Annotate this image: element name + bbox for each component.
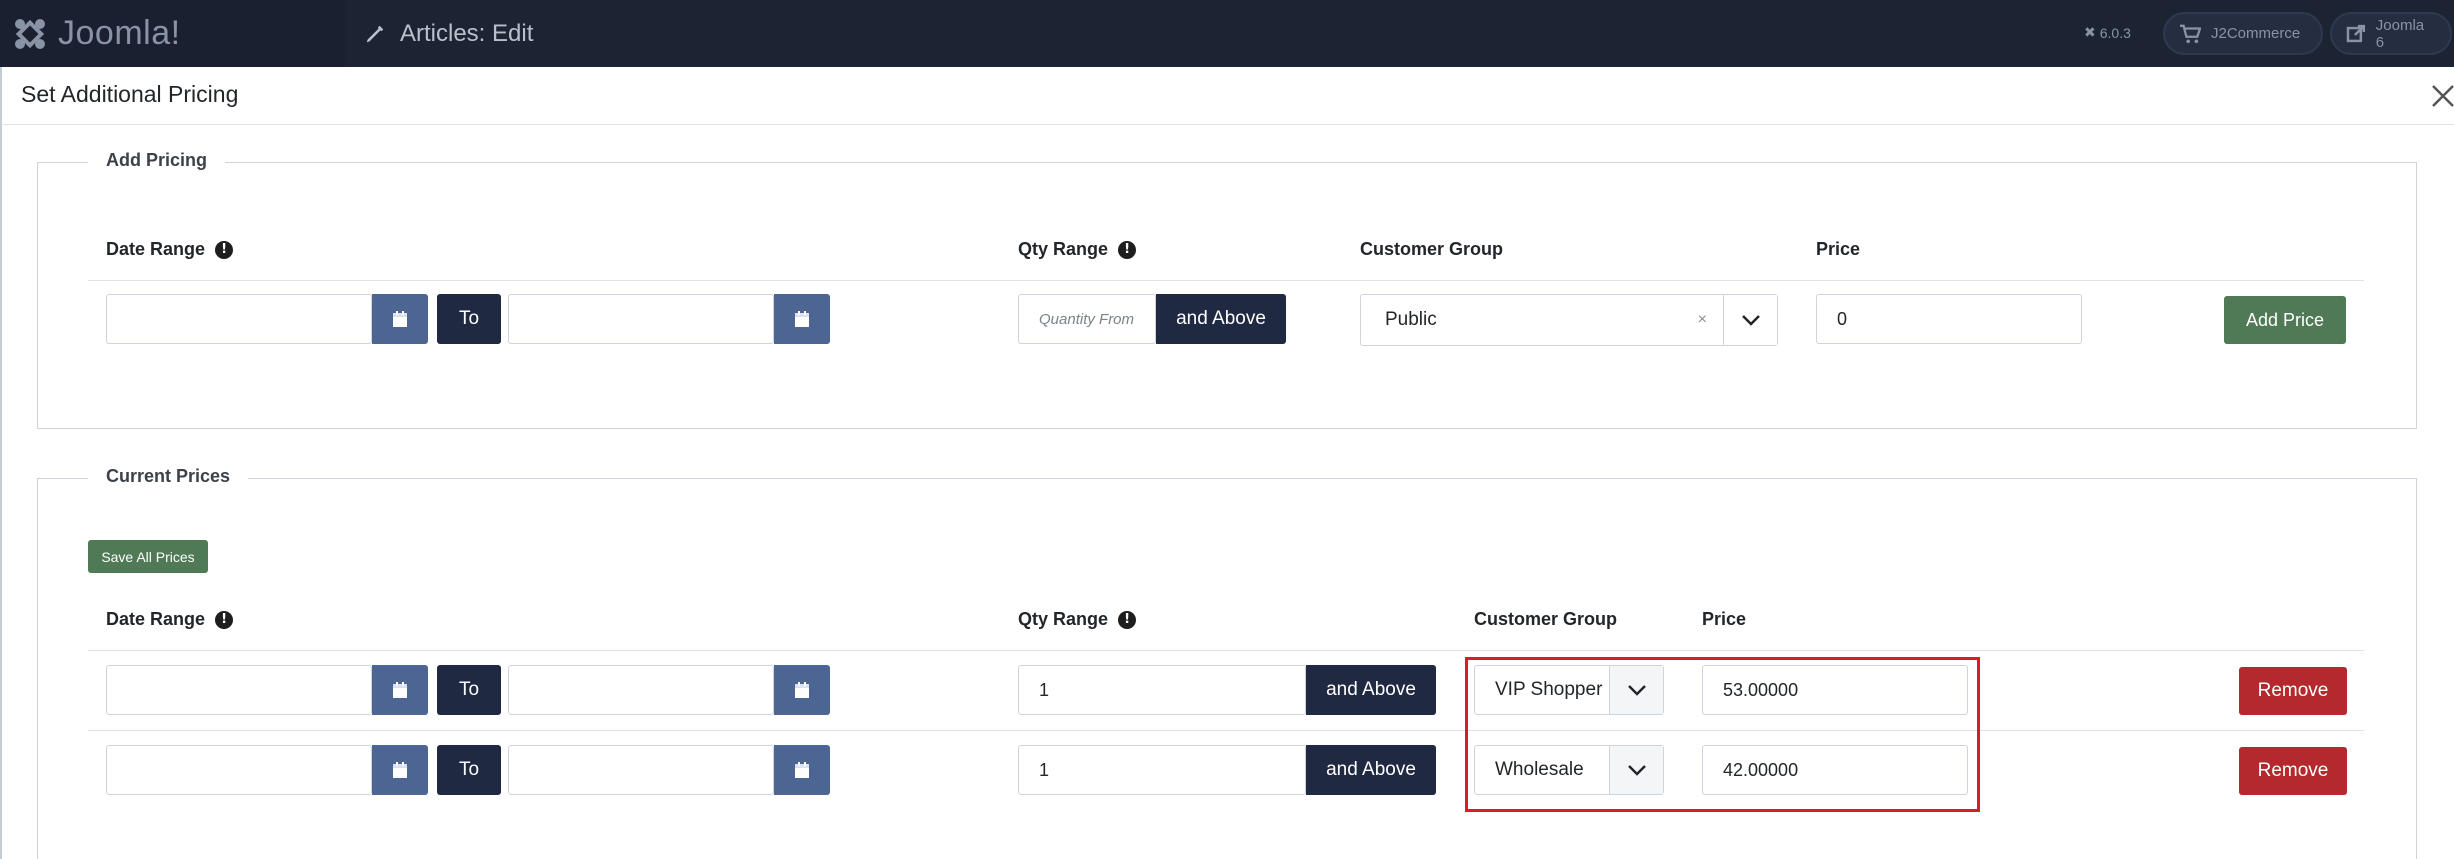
external-link-icon [2346, 24, 2366, 42]
calendar-icon [393, 311, 407, 327]
pencil-icon [366, 25, 384, 42]
row-date-to-calendar-button[interactable] [774, 665, 830, 715]
header-divider [88, 650, 2364, 651]
quantity-placeholder: Quantity From [1039, 310, 1135, 328]
row-date-from-calendar-button[interactable] [372, 665, 428, 715]
customer-group-value: Public [1385, 309, 1437, 330]
add-price-button[interactable]: Add Price [2224, 296, 2346, 344]
and-above-label: and Above [1156, 294, 1286, 344]
row-date-to-calendar-button[interactable] [774, 745, 830, 795]
and-above-label: and Above [1306, 745, 1436, 795]
date-range-label: Date Range [106, 609, 206, 629]
modal-title: Set Additional Pricing [21, 81, 239, 107]
to-label: To [437, 294, 501, 344]
row-date-to-input[interactable] [508, 665, 774, 715]
pricing-modal: Set Additional Pricing Add Pricing Date … [0, 67, 2454, 859]
info-icon[interactable]: ! [1118, 610, 1137, 629]
price-header: Price [1702, 609, 1747, 629]
date-range-label: Date Range [106, 239, 206, 259]
to-label: To [437, 745, 501, 795]
highlight-box [1465, 657, 1980, 812]
joomla-small-icon: ✖ [2084, 24, 2096, 40]
qty-range-label: Qty Range [1018, 609, 1109, 629]
calendar-icon [393, 762, 407, 778]
quantity-from-input[interactable]: Quantity From [1018, 294, 1156, 344]
date-from-input[interactable] [106, 294, 372, 344]
joomla-logo-icon [15, 18, 45, 49]
remove-button[interactable]: Remove [2239, 667, 2347, 715]
modal-header: Set Additional Pricing [2, 67, 2454, 125]
calendar-icon [795, 762, 809, 778]
row-date-to-input[interactable] [508, 745, 774, 795]
date-from-calendar-button[interactable] [372, 294, 428, 344]
row-quantity-input[interactable]: 1 [1018, 745, 1306, 795]
clear-selection-icon[interactable]: × [1698, 311, 1707, 329]
chevron-down-icon[interactable] [1723, 295, 1777, 345]
to-label: To [437, 665, 501, 715]
price-header: Price [1816, 239, 1861, 259]
remove-button[interactable]: Remove [2239, 747, 2347, 795]
date-range-header: Date Range ! [106, 239, 234, 260]
j2commerce-label: J2Commerce [2211, 25, 2301, 42]
row-date-from-input[interactable] [106, 745, 372, 795]
page-title: Articles: Edit [400, 19, 534, 47]
save-all-prices-button[interactable]: Save All Prices [88, 540, 208, 573]
row-date-from-input[interactable] [106, 665, 372, 715]
customer-group-header: Customer Group [1474, 609, 1618, 629]
joomla-brand[interactable]: Joomla! [0, 0, 345, 67]
row-date-from-calendar-button[interactable] [372, 745, 428, 795]
row-divider [88, 730, 2364, 731]
info-icon[interactable]: ! [1118, 240, 1137, 259]
row-quantity-input[interactable]: 1 [1018, 665, 1306, 715]
qty-range-label: Qty Range [1018, 239, 1109, 259]
price-input[interactable]: 0 [1816, 294, 2082, 344]
j2commerce-link[interactable]: J2Commerce [2163, 12, 2323, 55]
info-icon[interactable]: ! [215, 240, 234, 259]
date-to-input[interactable] [508, 294, 774, 344]
calendar-icon [795, 682, 809, 698]
logo-text: Joomla! [58, 14, 181, 52]
qty-range-header: Qty Range ! [1018, 239, 1137, 260]
calendar-icon [795, 311, 809, 327]
version-badge: ✖ 6.0.3 [2084, 24, 2131, 41]
and-above-label: and Above [1306, 665, 1436, 715]
date-range-header: Date Range ! [106, 609, 234, 630]
qty-range-header: Qty Range ! [1018, 609, 1137, 630]
admin-topbar: Joomla! Articles: Edit ✖ 6.0.3 J2Commerc… [0, 0, 2454, 67]
joomla6-site-link[interactable]: Joomla 6 [2330, 12, 2452, 55]
customer-group-select[interactable]: Public × [1360, 294, 1778, 346]
add-pricing-legend: Add Pricing [88, 150, 226, 171]
joomla6-label: Joomla 6 [2375, 16, 2425, 51]
cart-icon [2180, 24, 2201, 43]
version-number: 6.0.3 [2099, 24, 2131, 41]
customer-group-header: Customer Group [1360, 239, 1504, 259]
header-divider [88, 280, 2364, 281]
close-icon[interactable] [2430, 83, 2454, 109]
current-prices-legend: Current Prices [88, 466, 249, 487]
date-to-calendar-button[interactable] [774, 294, 830, 344]
info-icon[interactable]: ! [215, 610, 234, 629]
calendar-icon [393, 682, 407, 698]
